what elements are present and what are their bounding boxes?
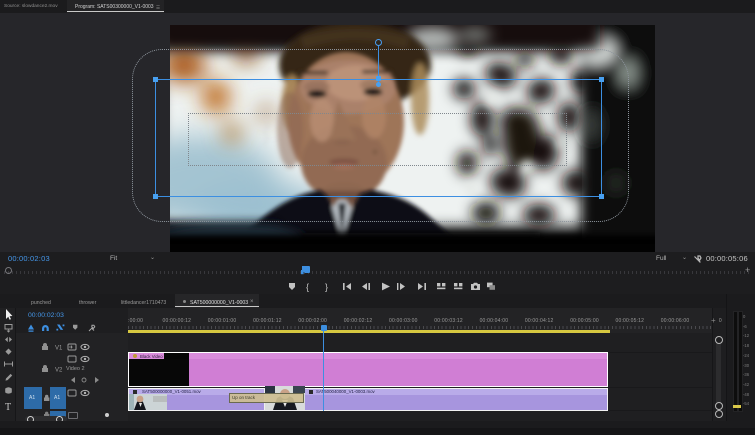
svg-text:V1: V1 (55, 346, 63, 352)
svg-text:T: T (5, 402, 11, 411)
svg-text:{: { (306, 282, 309, 292)
svg-text:V2: V2 (55, 368, 63, 374)
svg-text:}: } (325, 282, 328, 292)
